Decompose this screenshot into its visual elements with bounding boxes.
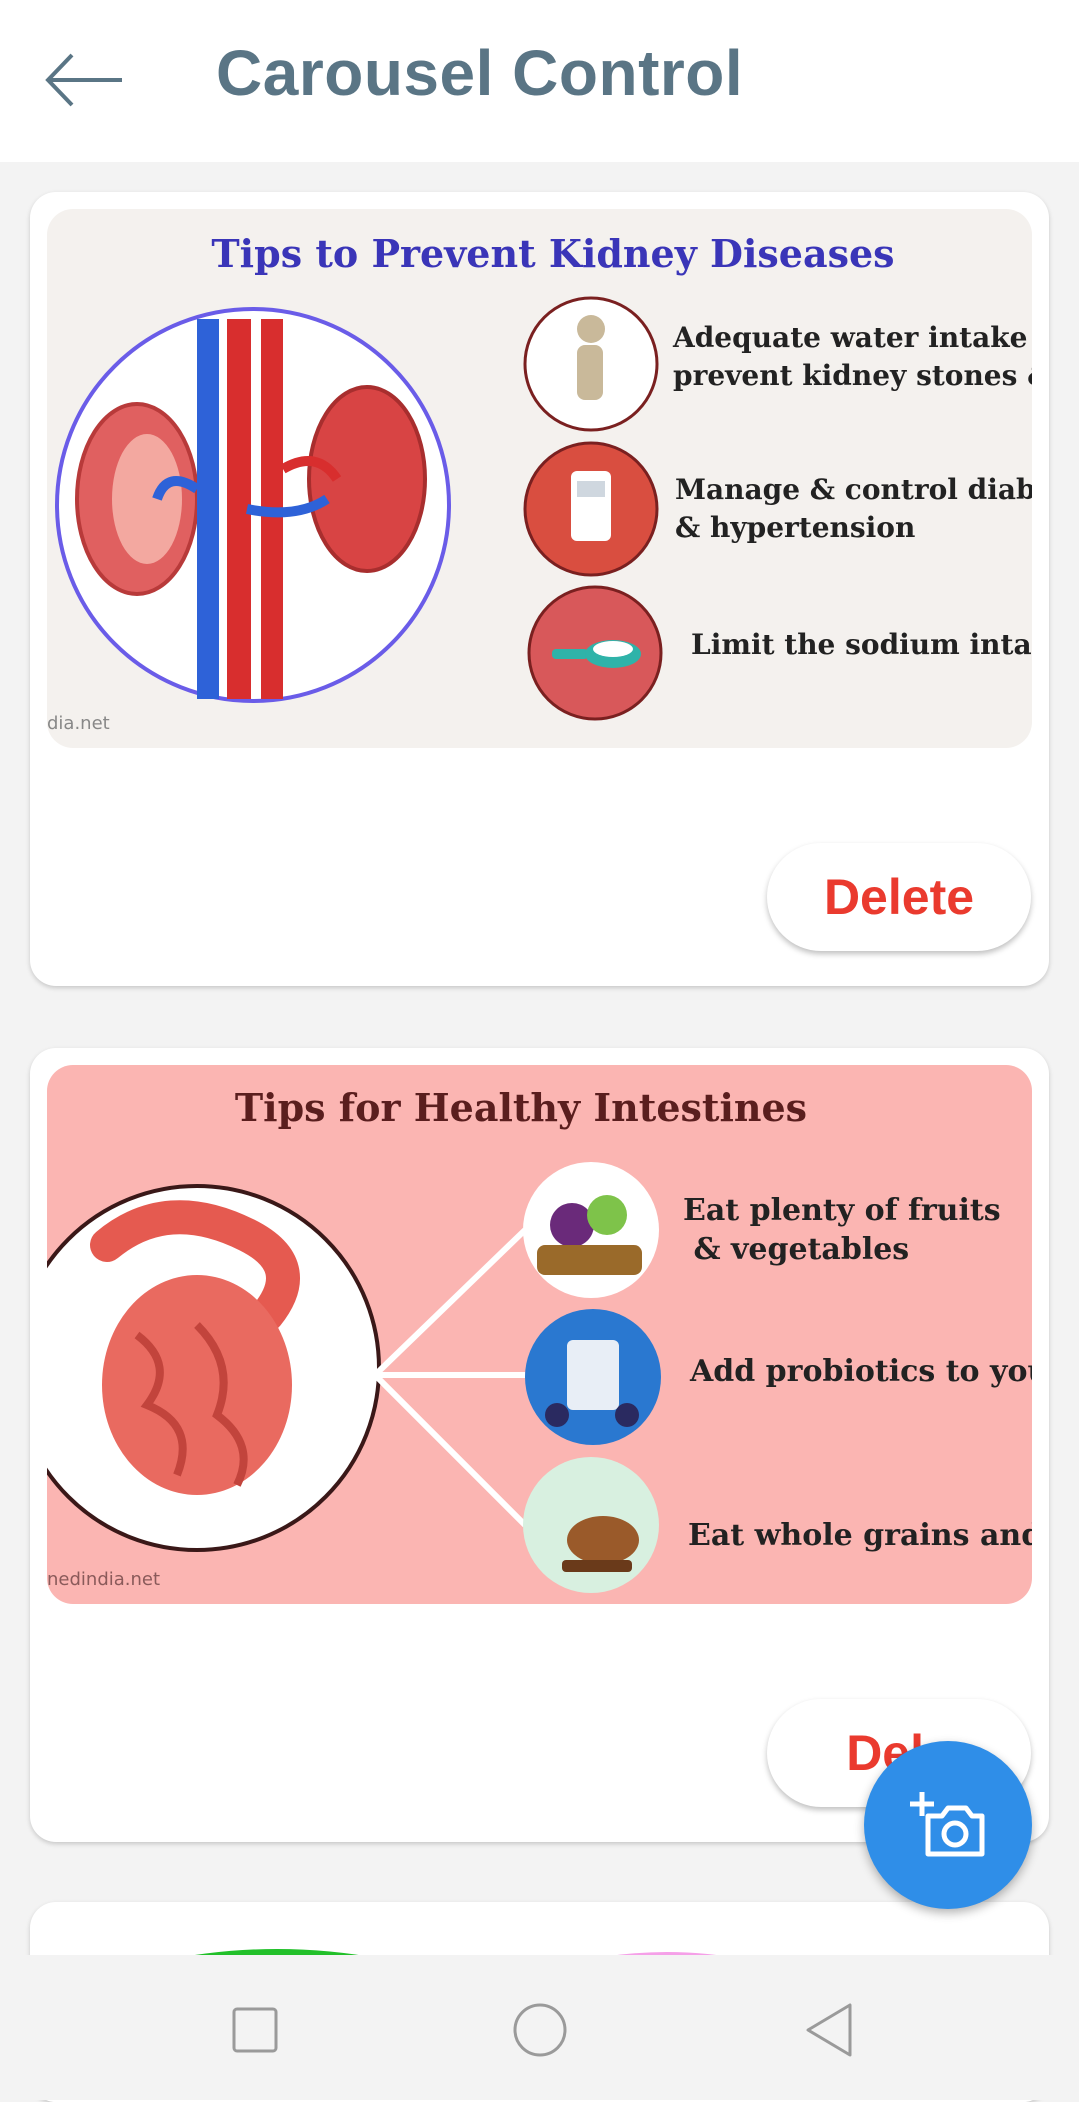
tip-line: Add probiotics to you (689, 1354, 1032, 1389)
carousel-image: Tips to Prevent Kidney Diseases Adequate… (47, 209, 1032, 748)
recents-button[interactable] (215, 1995, 295, 2065)
tip-line: prevent kidney stones & (673, 359, 1032, 392)
image-watermark: nedindia.net (47, 1569, 160, 1590)
back-nav-button[interactable] (790, 1995, 870, 2065)
tip-line: & hypertension (675, 511, 915, 544)
image-title: Tips to Prevent Kidney Diseases (211, 231, 894, 276)
image-watermark: dia.net (47, 713, 110, 734)
tip-line: Eat whole grains and (688, 1518, 1032, 1553)
add-photo-button[interactable] (864, 1741, 1032, 1909)
arrow-left-icon (45, 53, 122, 107)
triangle-back-icon (806, 2003, 852, 2057)
tip-line: Eat plenty of fruits (683, 1193, 1001, 1228)
home-button[interactable] (500, 1995, 580, 2065)
carousel-card: Tips to Prevent Kidney Diseases Adequate… (30, 192, 1049, 986)
image-title: Tips for Healthy Intestines (235, 1085, 807, 1130)
carousel-card: Tips for Healthy Intestines Eat plenty o… (30, 1048, 1049, 1842)
system-nav-bar (0, 1955, 1079, 2100)
tip-line: Adequate water intake (672, 321, 1027, 354)
circle-home-icon (513, 2003, 567, 2057)
app-bar: Carousel Control (0, 0, 1079, 162)
page-title: Carousel Control (216, 37, 744, 109)
delete-button[interactable]: Delete (767, 843, 1031, 951)
square-recents-icon (232, 2007, 278, 2053)
tip-line: Manage & control diab (675, 473, 1032, 506)
carousel-image: Tips for Healthy Intestines Eat plenty o… (47, 1065, 1032, 1604)
tip-line: & vegetables (683, 1232, 909, 1267)
back-button[interactable] (40, 45, 130, 115)
tip-line: Limit the sodium inta (691, 628, 1032, 661)
add-photo-camera-icon (910, 1792, 985, 1857)
